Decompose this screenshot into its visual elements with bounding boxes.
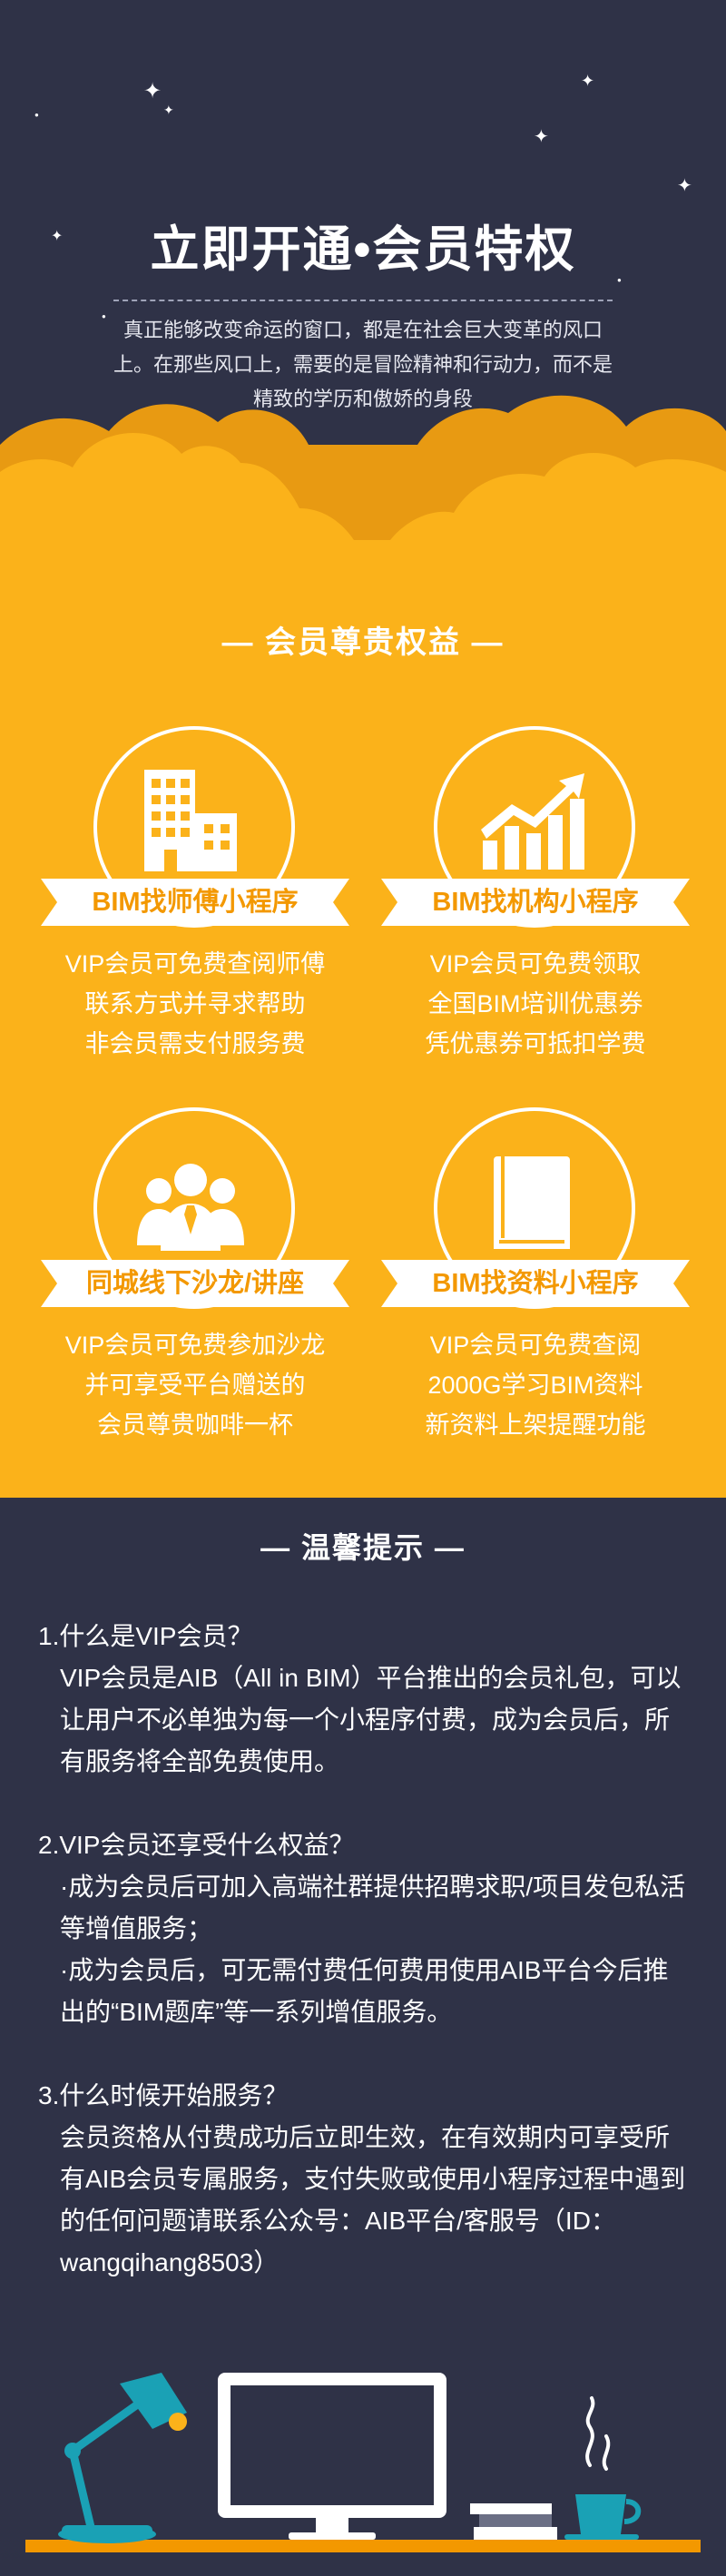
rights-card-offline-salon[interactable]: 同城线下沙龙/讲座 VIP会员可免费参加沙龙 并可享受平台赠送的 会员尊贵咖啡一… <box>32 1107 358 1489</box>
card-title-ribbon: BIM找资料小程序 <box>381 1260 690 1307</box>
rights-card-find-master[interactable]: BIM找师傅小程序 VIP会员可免费查阅师傅 联系方式并寻求帮助 非会员需支付服… <box>32 726 358 1107</box>
books-icon <box>470 2503 557 2540</box>
tip-question: 3.什么时候开始服务？ <box>38 2081 289 2109</box>
card-title-ribbon: BIM找师傅小程序 <box>41 879 349 926</box>
tips-list: 1.什么是VIP会员？ VIP会员是AIB（All in BIM）平台推出的会员… <box>38 1616 692 2325</box>
coffee-cup-icon <box>564 2396 642 2540</box>
star-icon: ✦ <box>143 79 162 103</box>
card-title-ribbon: BIM找机构小程序 <box>381 879 690 926</box>
page: ✦ ✦ ● ✦ ✦ ✦ ✦ ● ● ● ● 立即开通•会员特权 真正能够改变命运… <box>0 0 726 2576</box>
hero-section: ✦ ✦ ● ✦ ✦ ✦ ✦ ● ● ● ● 立即开通•会员特权 真正能够改变命运… <box>0 0 726 581</box>
desk-illustration <box>25 2373 701 2552</box>
tip-question: 2.VIP会员还享受什么权益？ <box>38 1831 355 1859</box>
card-description: VIP会员可免费参加沙龙 并可享受平台赠送的 会员尊贵咖啡一杯 <box>32 1325 358 1445</box>
card-line: 全国BIM培训优惠券 <box>427 990 643 1018</box>
card-line: 并可享受平台赠送的 <box>84 1372 306 1399</box>
tip-answer: 会员资格从付费成功后立即生效，在有效期内可享受所有AIB会员专属服务，支付失败或… <box>60 2123 686 2276</box>
hero-divider <box>113 300 613 301</box>
lamp-icon <box>58 2373 187 2543</box>
card-line: VIP会员可免费参加沙龙 <box>64 1332 326 1359</box>
card-line: 新资料上架提醒功能 <box>425 1411 646 1439</box>
card-description: VIP会员可免费查阅 2000G学习BIM资料 新资料上架提醒功能 <box>372 1325 699 1445</box>
building-icon <box>144 770 237 871</box>
card-line: 非会员需支付服务费 <box>84 1030 306 1057</box>
rights-heading: — 会员尊贵权益 — <box>221 625 505 660</box>
tip-answer: VIP会员是AIB（All in BIM）平台推出的会员礼包，可以让用户不必单独… <box>60 1664 682 1775</box>
book-icon <box>494 1156 570 1249</box>
star-icon: ● <box>34 111 39 119</box>
card-line: VIP会员可免费领取 <box>429 950 642 978</box>
star-icon: ● <box>102 312 106 320</box>
people-group-icon <box>137 1164 244 1251</box>
card-line: VIP会员可免费查阅师傅 <box>64 950 326 978</box>
monitor-icon <box>218 2373 446 2540</box>
hero-title: 立即开通•会员特权 <box>150 222 576 277</box>
rights-card-find-materials[interactable]: BIM找资料小程序 VIP会员可免费查阅 2000G学习BIM资料 新资料上架提… <box>372 1107 699 1489</box>
card-line: 联系方式并寻求帮助 <box>84 990 306 1018</box>
card-line: 2000G学习BIM资料 <box>427 1372 643 1399</box>
rights-card-find-institution[interactable]: BIM找机构小程序 VIP会员可免费领取 全国BIM培训优惠券 凭优惠券可抵扣学… <box>372 726 699 1107</box>
card-title: BIM找师傅小程序 <box>92 888 299 917</box>
card-line: 凭优惠券可抵扣学费 <box>425 1030 646 1057</box>
member-rights-section: — 会员尊贵权益 — BIM找师傅小程序 VIP会员可免费查阅师傅 联系方式并寻… <box>0 581 726 1498</box>
card-title: 同城线下沙龙/讲座 <box>85 1269 305 1298</box>
star-icon: ✦ <box>534 127 549 147</box>
card-line: VIP会员可免费查阅 <box>429 1332 642 1359</box>
tip-question: 1.什么是VIP会员？ <box>38 1622 253 1650</box>
card-description: VIP会员可免费领取 全国BIM培训优惠券 凭优惠券可抵扣学费 <box>372 944 699 1064</box>
card-line: 会员尊贵咖啡一杯 <box>97 1411 293 1439</box>
star-icon: ✦ <box>163 103 174 117</box>
tip-item: 2.VIP会员还享受什么权益？ ·成为会员后可加入高端社群提供招聘求职/项目发包… <box>38 1824 692 2033</box>
cloud-decoration <box>0 395 726 581</box>
tip-answer: ·成为会员后可加入高端社群提供招聘求职/项目发包私活等增值服务； <box>60 1873 686 1942</box>
tip-item: 1.什么是VIP会员？ VIP会员是AIB（All in BIM）平台推出的会员… <box>38 1616 692 1783</box>
growth-chart-icon <box>481 773 584 870</box>
tip-answer: ·成为会员后，可无需付费任何费用使用AIB平台今后推出的“BIM题库”等一系列增… <box>60 1956 669 2026</box>
card-title: BIM找机构小程序 <box>432 888 639 917</box>
card-title-ribbon: 同城线下沙龙/讲座 <box>41 1260 349 1307</box>
star-icon: ✦ <box>581 72 595 90</box>
tips-heading: — 温馨提示 — <box>260 1531 466 1564</box>
star-icon: ✦ <box>677 176 692 196</box>
card-description: VIP会员可免费查阅师傅 联系方式并寻求帮助 非会员需支付服务费 <box>32 944 358 1064</box>
tip-item: 3.什么时候开始服务？ 会员资格从付费成功后立即生效，在有效期内可享受所有AIB… <box>38 2075 692 2284</box>
card-title: BIM找资料小程序 <box>432 1269 639 1298</box>
